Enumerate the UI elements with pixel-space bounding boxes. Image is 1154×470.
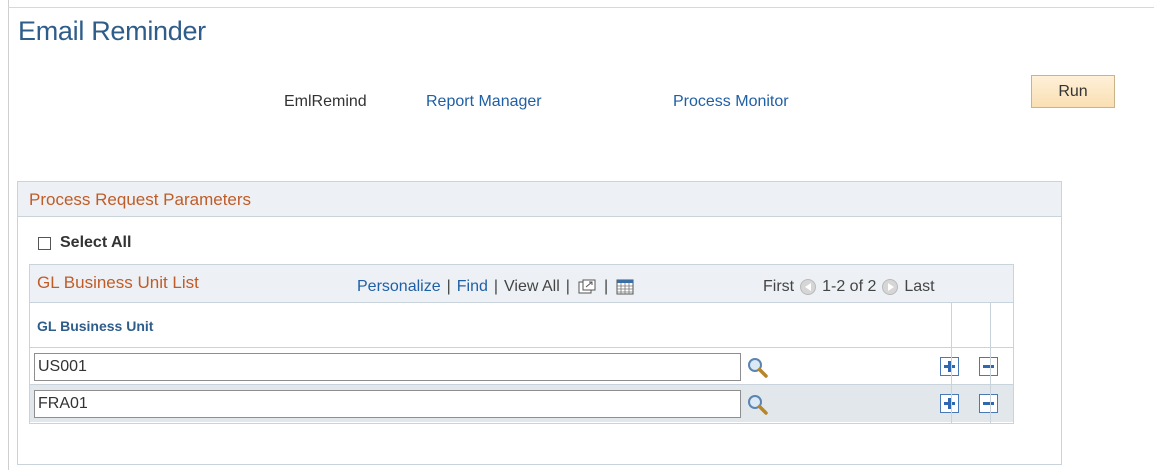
report-manager-link[interactable]: Report Manager [426,93,542,111]
add-row-button[interactable] [940,357,959,376]
panel-header: Process Request Parameters [18,182,1061,217]
page-title: Email Reminder [18,16,206,46]
page-frame-top-border [8,7,1154,8]
new-window-icon[interactable] [578,279,596,295]
select-all-control[interactable]: Select All [38,234,131,252]
grid-toolbar: Personalize | Find | View All | | [357,278,636,296]
view-all-link[interactable]: View All [504,278,560,296]
previous-row-icon[interactable] [800,279,817,295]
delete-row-button[interactable] [979,357,998,376]
gl-business-unit-input[interactable] [34,353,741,381]
run-control-id: EmlRemind [284,93,367,110]
column-header-row: GL Business Unit [30,303,1013,348]
column-divider [951,303,952,423]
personalize-link[interactable]: Personalize [357,278,441,296]
table-row [30,348,1013,385]
toolbar-separator: | [446,278,451,295]
toolbar-separator: | [565,278,570,295]
select-all-checkbox[interactable] [38,236,51,250]
add-row-button[interactable] [940,394,959,413]
row-range: 1-2 of 2 [822,278,877,295]
column-divider [990,303,991,423]
delete-row-button[interactable] [979,394,998,413]
gl-business-unit-column-header: GL Business Unit [37,318,154,334]
find-link[interactable]: Find [457,278,488,296]
gl-business-unit-grid: GL Business Unit List Personalize | Find… [29,264,1014,424]
grid-header: GL Business Unit List Personalize | Find… [30,265,1013,303]
spreadsheet-icon[interactable] [616,279,634,295]
process-request-parameters-panel: Process Request Parameters Select All GL… [17,181,1062,465]
process-monitor-link[interactable]: Process Monitor [673,93,789,111]
toolbar-separator: | [493,278,499,295]
toolbar-separator: | [603,278,609,295]
grid-title: GL Business Unit List [37,273,199,292]
next-row-icon[interactable] [882,279,899,295]
last-label: Last [904,278,935,295]
select-all-label: Select All [60,234,132,251]
page-frame-left-border [8,0,9,470]
run-button[interactable]: Run [1031,75,1115,108]
search-lookup-icon[interactable] [747,357,769,379]
gl-business-unit-input[interactable] [34,390,741,418]
table-row [30,385,1013,422]
grid-navigation: First 1-2 of 2 Last [763,278,935,296]
first-label: First [763,278,795,295]
search-lookup-icon[interactable] [747,394,769,416]
panel-title: Process Request Parameters [29,190,252,209]
